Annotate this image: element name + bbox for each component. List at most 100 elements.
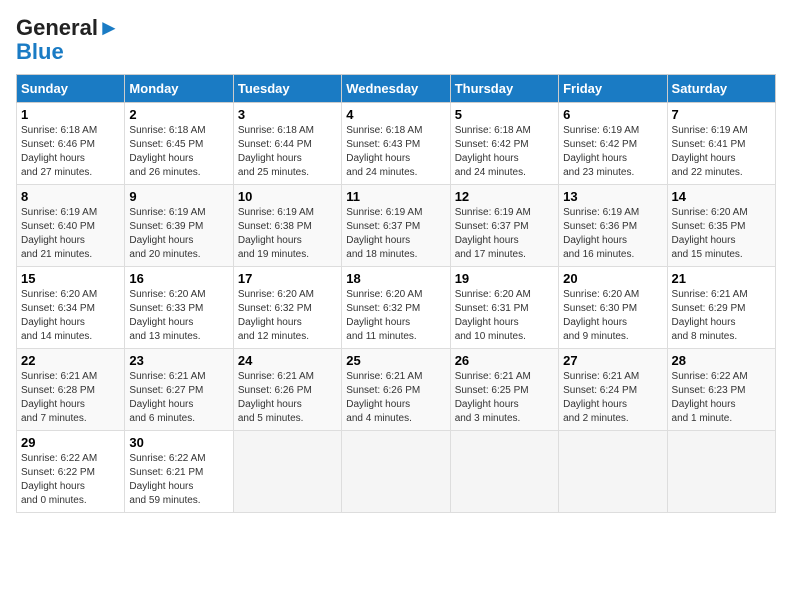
calendar-cell: 28Sunrise: 6:22 AMSunset: 6:23 PMDayligh… bbox=[667, 349, 775, 431]
day-info: Sunrise: 6:19 AMSunset: 6:38 PMDaylight … bbox=[238, 207, 314, 260]
calendar-cell: 24 Sunrise: 6:21 AMSunset: 6:26 PMDayligh… bbox=[233, 349, 341, 431]
calendar-cell bbox=[450, 431, 558, 513]
day-number: 2 bbox=[129, 107, 228, 122]
day-info: Sunrise: 6:20 AMSunset: 6:34 PMDaylight … bbox=[21, 289, 97, 342]
day-number: 1 bbox=[21, 107, 120, 122]
day-info: Sunrise: 6:21 AMSunset: 6:25 PMDaylight … bbox=[455, 371, 531, 424]
day-info: Sunrise: 6:19 AMSunset: 6:40 PMDaylight … bbox=[21, 207, 97, 260]
weekday-header-sunday: Sunday bbox=[17, 75, 125, 103]
calendar-cell bbox=[667, 431, 775, 513]
weekday-header-tuesday: Tuesday bbox=[233, 75, 341, 103]
calendar-cell bbox=[233, 431, 341, 513]
calendar-cell: 26 Sunrise: 6:21 AMSunset: 6:25 PMDayligh… bbox=[450, 349, 558, 431]
logo-general-text: General bbox=[16, 15, 98, 40]
day-number: 26 bbox=[455, 353, 554, 368]
calendar-cell: 2 Sunrise: 6:18 AMSunset: 6:45 PMDaylight… bbox=[125, 103, 233, 185]
day-number: 10 bbox=[238, 189, 337, 204]
day-info: Sunrise: 6:18 AMSunset: 6:42 PMDaylight … bbox=[455, 125, 531, 178]
calendar-cell: 4Sunrise: 6:18 AMSunset: 6:43 PMDaylight… bbox=[342, 103, 450, 185]
day-info: Sunrise: 6:21 AMSunset: 6:27 PMDaylight … bbox=[129, 371, 205, 424]
day-info: Sunrise: 6:19 AMSunset: 6:41 PMDaylight … bbox=[672, 125, 748, 178]
day-info: Sunrise: 6:22 AMSunset: 6:23 PMDaylight … bbox=[672, 371, 748, 424]
day-number: 23 bbox=[129, 353, 228, 368]
day-info: Sunrise: 6:19 AMSunset: 6:39 PMDaylight … bbox=[129, 207, 205, 260]
day-info: Sunrise: 6:20 AMSunset: 6:32 PMDaylight … bbox=[346, 289, 422, 342]
calendar-cell: 27 Sunrise: 6:21 AMSunset: 6:24 PMDayligh… bbox=[559, 349, 667, 431]
calendar-cell: 7 Sunrise: 6:19 AMSunset: 6:41 PMDaylight… bbox=[667, 103, 775, 185]
logo: General► Blue bbox=[16, 16, 120, 64]
page-header: General► Blue bbox=[16, 16, 776, 64]
calendar-cell: 14 Sunrise: 6:20 AMSunset: 6:35 PMDayligh… bbox=[667, 185, 775, 267]
calendar-cell: 15 Sunrise: 6:20 AMSunset: 6:34 PMDayligh… bbox=[17, 267, 125, 349]
day-number: 27 bbox=[563, 353, 662, 368]
calendar-cell: 19Sunrise: 6:20 AMSunset: 6:31 PMDayligh… bbox=[450, 267, 558, 349]
day-number: 13 bbox=[563, 189, 662, 204]
day-number: 11 bbox=[346, 189, 445, 204]
calendar-cell: 12 Sunrise: 6:19 AMSunset: 6:37 PMDayligh… bbox=[450, 185, 558, 267]
calendar-row: 8 Sunrise: 6:19 AMSunset: 6:40 PMDaylight… bbox=[17, 185, 776, 267]
calendar-cell: 17 Sunrise: 6:20 AMSunset: 6:32 PMDayligh… bbox=[233, 267, 341, 349]
day-number: 22 bbox=[21, 353, 120, 368]
calendar-row: 1 Sunrise: 6:18 AMSunset: 6:46 PMDaylight… bbox=[17, 103, 776, 185]
day-number: 5 bbox=[455, 107, 554, 122]
calendar-cell: 13 Sunrise: 6:19 AMSunset: 6:36 PMDayligh… bbox=[559, 185, 667, 267]
day-number: 6 bbox=[563, 107, 662, 122]
weekday-header-thursday: Thursday bbox=[450, 75, 558, 103]
calendar-cell: 25Sunrise: 6:21 AMSunset: 6:26 PMDayligh… bbox=[342, 349, 450, 431]
calendar-cell: 16 Sunrise: 6:20 AMSunset: 6:33 PMDayligh… bbox=[125, 267, 233, 349]
day-number: 16 bbox=[129, 271, 228, 286]
day-info: Sunrise: 6:20 AMSunset: 6:30 PMDaylight … bbox=[563, 289, 639, 342]
day-info: Sunrise: 6:18 AMSunset: 6:44 PMDaylight … bbox=[238, 125, 314, 178]
day-info: Sunrise: 6:21 AMSunset: 6:24 PMDaylight … bbox=[563, 371, 639, 424]
calendar-cell: 29 Sunrise: 6:22 AMSunset: 6:22 PMDayligh… bbox=[17, 431, 125, 513]
calendar-cell: 5 Sunrise: 6:18 AMSunset: 6:42 PMDaylight… bbox=[450, 103, 558, 185]
day-info: Sunrise: 6:20 AMSunset: 6:35 PMDaylight … bbox=[672, 207, 748, 260]
day-number: 21 bbox=[672, 271, 771, 286]
day-number: 12 bbox=[455, 189, 554, 204]
day-info: Sunrise: 6:21 AMSunset: 6:28 PMDaylight … bbox=[21, 371, 97, 424]
calendar-cell: 18 Sunrise: 6:20 AMSunset: 6:32 PMDayligh… bbox=[342, 267, 450, 349]
calendar-cell: 6 Sunrise: 6:19 AMSunset: 6:42 PMDaylight… bbox=[559, 103, 667, 185]
logo-flag-icon: ► bbox=[98, 15, 120, 40]
calendar-cell: 3Sunrise: 6:18 AMSunset: 6:44 PMDaylight… bbox=[233, 103, 341, 185]
day-number: 4 bbox=[346, 107, 445, 122]
day-info: Sunrise: 6:19 AMSunset: 6:36 PMDaylight … bbox=[563, 207, 639, 260]
day-number: 30 bbox=[129, 435, 228, 450]
day-info: Sunrise: 6:21 AMSunset: 6:26 PMDaylight … bbox=[238, 371, 314, 424]
calendar-cell: 22 Sunrise: 6:21 AMSunset: 6:28 PMDayligh… bbox=[17, 349, 125, 431]
calendar-cell: 9Sunrise: 6:19 AMSunset: 6:39 PMDaylight… bbox=[125, 185, 233, 267]
calendar-cell: 30Sunrise: 6:22 AMSunset: 6:21 PMDayligh… bbox=[125, 431, 233, 513]
day-info: Sunrise: 6:20 AMSunset: 6:33 PMDaylight … bbox=[129, 289, 205, 342]
day-info: Sunrise: 6:22 AMSunset: 6:22 PMDaylight … bbox=[21, 453, 97, 506]
day-number: 15 bbox=[21, 271, 120, 286]
calendar-cell: 11Sunrise: 6:19 AMSunset: 6:37 PMDayligh… bbox=[342, 185, 450, 267]
day-number: 29 bbox=[21, 435, 120, 450]
day-number: 14 bbox=[672, 189, 771, 204]
day-info: Sunrise: 6:19 AMSunset: 6:42 PMDaylight … bbox=[563, 125, 639, 178]
day-info: Sunrise: 6:19 AMSunset: 6:37 PMDaylight … bbox=[455, 207, 531, 260]
calendar-row: 15 Sunrise: 6:20 AMSunset: 6:34 PMDayligh… bbox=[17, 267, 776, 349]
day-info: Sunrise: 6:18 AMSunset: 6:45 PMDaylight … bbox=[129, 125, 205, 178]
day-number: 24 bbox=[238, 353, 337, 368]
day-number: 7 bbox=[672, 107, 771, 122]
day-number: 8 bbox=[21, 189, 120, 204]
day-number: 25 bbox=[346, 353, 445, 368]
calendar-cell bbox=[559, 431, 667, 513]
weekday-header-row: SundayMondayTuesdayWednesdayThursdayFrid… bbox=[17, 75, 776, 103]
day-number: 17 bbox=[238, 271, 337, 286]
weekday-header-saturday: Saturday bbox=[667, 75, 775, 103]
day-number: 20 bbox=[563, 271, 662, 286]
calendar-cell: 8 Sunrise: 6:19 AMSunset: 6:40 PMDaylight… bbox=[17, 185, 125, 267]
logo-blue-text: Blue bbox=[16, 40, 120, 64]
day-number: 18 bbox=[346, 271, 445, 286]
day-info: Sunrise: 6:21 AMSunset: 6:29 PMDaylight … bbox=[672, 289, 748, 342]
day-info: Sunrise: 6:20 AMSunset: 6:32 PMDaylight … bbox=[238, 289, 314, 342]
day-number: 19 bbox=[455, 271, 554, 286]
day-info: Sunrise: 6:18 AMSunset: 6:46 PMDaylight … bbox=[21, 125, 97, 178]
calendar-row: 29 Sunrise: 6:22 AMSunset: 6:22 PMDayligh… bbox=[17, 431, 776, 513]
calendar-cell: 1 Sunrise: 6:18 AMSunset: 6:46 PMDaylight… bbox=[17, 103, 125, 185]
calendar-cell bbox=[342, 431, 450, 513]
calendar-cell: 21 Sunrise: 6:21 AMSunset: 6:29 PMDayligh… bbox=[667, 267, 775, 349]
calendar-cell: 23 Sunrise: 6:21 AMSunset: 6:27 PMDayligh… bbox=[125, 349, 233, 431]
weekday-header-friday: Friday bbox=[559, 75, 667, 103]
